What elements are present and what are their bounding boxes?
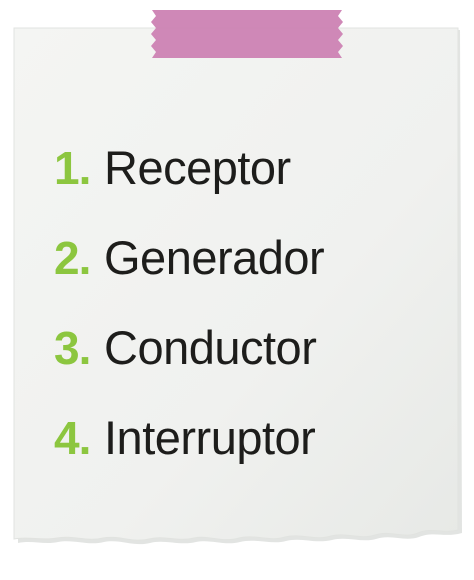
tape-strip xyxy=(150,10,344,58)
item-label: Generador xyxy=(104,231,325,284)
item-number: 4. xyxy=(54,412,91,464)
item-label: Receptor xyxy=(104,141,291,194)
numbered-list: 1. Receptor 2. Generador 3. Conductor 4.… xyxy=(54,140,325,500)
list-item: 4. Interruptor xyxy=(54,410,324,500)
item-number: 1. xyxy=(54,142,91,194)
item-label: Conductor xyxy=(104,321,317,374)
item-number: 3. xyxy=(54,322,91,374)
item-number: 2. xyxy=(54,232,91,284)
canvas: 1. Receptor 2. Generador 3. Conductor 4.… xyxy=(0,0,474,580)
paper-note: 1. Receptor 2. Generador 3. Conductor 4.… xyxy=(13,10,462,563)
item-label: Interruptor xyxy=(104,411,316,464)
list-item: 3. Conductor xyxy=(54,320,324,410)
list-item: 1. Receptor xyxy=(54,140,324,230)
list-item: 2. Generador xyxy=(54,230,325,320)
